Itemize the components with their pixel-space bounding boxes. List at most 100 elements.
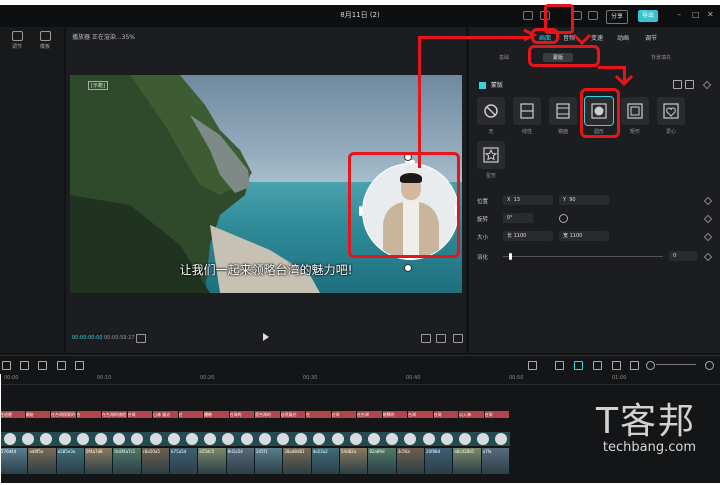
feather-slider[interactable]: [503, 256, 663, 257]
text-clip[interactable]: 台灣: [127, 411, 153, 418]
size-h-field[interactable]: 宽 1100: [559, 231, 609, 241]
tab-animation[interactable]: 动画: [617, 33, 629, 42]
feather-keyframe-icon[interactable]: [703, 252, 713, 262]
mask-star[interactable]: [477, 141, 505, 169]
size-w-field[interactable]: 长 1100: [503, 231, 553, 241]
text-clip[interactable]: 台灣: [484, 411, 510, 418]
link-icon[interactable]: [555, 361, 564, 370]
close-icon[interactable]: ✕: [707, 10, 714, 19]
text-clip[interactable]: 在: [306, 411, 332, 418]
pip-circle-mask[interactable]: [362, 163, 459, 260]
video-clip[interactable]: e15dc5: [198, 448, 227, 474]
video-clip[interactable]: 0c8f4a7c1: [113, 448, 142, 474]
video-clip[interactable]: 8d1a54: [226, 448, 255, 474]
select-icon[interactable]: [2, 361, 11, 370]
template-tab[interactable]: 模板: [32, 31, 58, 50]
share-button[interactable]: 分享: [606, 10, 629, 24]
video-clip[interactable]: a585e3a: [56, 448, 85, 474]
video-clip[interactable]: 20f88d: [425, 448, 454, 474]
mask-none[interactable]: [477, 97, 505, 125]
rotation-field[interactable]: 0°: [503, 213, 533, 223]
zoom-out-icon[interactable]: [646, 361, 655, 370]
preview-icon[interactable]: [630, 361, 639, 370]
video-preview[interactable]: [示範] 让我们一起来领略台湾的魅力吧!: [70, 75, 462, 293]
position-keyframe-icon[interactable]: [703, 196, 713, 206]
shortcut-icon[interactable]: [540, 11, 550, 20]
split-screen-icon[interactable]: [612, 361, 621, 370]
keyframe-icon[interactable]: [702, 80, 712, 90]
timecode-icon[interactable]: [136, 334, 146, 343]
mask-handle-left[interactable]: [359, 206, 362, 216]
split-icon[interactable]: [20, 361, 29, 370]
playhead[interactable]: [0, 374, 1, 483]
mask-feather-handle[interactable]: [404, 153, 412, 161]
export-button[interactable]: 导出: [638, 10, 659, 22]
magnet-icon[interactable]: [574, 361, 583, 370]
ratio-icon[interactable]: [436, 334, 446, 343]
position-x-field[interactable]: X 13: [503, 195, 553, 205]
text-clip[interactable]: 在台灣的旅程: [102, 411, 128, 418]
play-icon[interactable]: [263, 333, 269, 341]
text-clip[interactable]: 體驗: [204, 411, 230, 418]
text-clip[interactable]: 台灣: [433, 411, 459, 418]
mask-circle[interactable]: [584, 96, 614, 126]
fit-icon[interactable]: [421, 334, 431, 343]
tab-video[interactable]: 画面: [539, 33, 551, 42]
tab-adjust[interactable]: 调节: [645, 33, 657, 42]
freeze-icon[interactable]: [38, 361, 47, 370]
text-clip[interactable]: 開始: [25, 411, 51, 418]
mask-linear[interactable]: [513, 97, 541, 125]
tab-speed[interactable]: 变速: [591, 33, 603, 42]
video-clip[interactable]: 28ad8d81: [283, 448, 312, 474]
text-clip[interactable]: 在台灣: [357, 411, 383, 418]
feather-field[interactable]: 0: [669, 251, 697, 261]
maximize-icon[interactable]: □: [692, 10, 700, 19]
mask-handle-bottom[interactable]: [405, 256, 415, 259]
text-clip[interactable]: 在這裡: [0, 411, 26, 418]
video-clip[interactable]: 245f1: [255, 448, 284, 474]
text-clip[interactable]: 台灣的: [229, 411, 255, 418]
mic-icon[interactable]: [528, 361, 537, 370]
text-clip[interactable]: 在: [178, 411, 204, 418]
settings-icon[interactable]: [572, 11, 582, 20]
video-clip[interactable]: 82a89d: [368, 448, 397, 474]
size-keyframe-icon[interactable]: [703, 232, 713, 242]
feedback-icon[interactable]: [588, 11, 598, 20]
adjust-tab[interactable]: 调节: [4, 31, 30, 50]
feather-slider-thumb[interactable]: [509, 253, 512, 260]
text-clip[interactable]: 山林 風光: [153, 411, 179, 418]
video-clip[interactable]: a6cd28d1: [453, 448, 482, 474]
mask-handle-right[interactable]: [455, 206, 458, 216]
video-clip[interactable]: c8a50a5: [141, 448, 170, 474]
text-clip[interactable]: 台灣: [331, 411, 357, 418]
rotation-keyframe-icon[interactable]: [703, 214, 713, 224]
text-clip[interactable]: 台灣: [408, 411, 434, 418]
minimize-icon[interactable]: –: [677, 10, 681, 19]
zoom-in-icon[interactable]: [705, 361, 714, 370]
subtab-mask[interactable]: 蒙版: [543, 53, 574, 62]
invert-icon[interactable]: [673, 80, 682, 89]
crop-icon[interactable]: [57, 361, 66, 370]
text-clip[interactable]: 是台灣的: [255, 411, 281, 418]
image-icon[interactable]: [75, 361, 84, 370]
video-clip[interactable]: 4e22a2: [311, 448, 340, 474]
text-clip[interactable]: 以入海: [459, 411, 485, 418]
snap-icon[interactable]: [593, 361, 602, 370]
pip-track[interactable]: [0, 432, 510, 446]
video-clip[interactable]: 3c56a: [396, 448, 425, 474]
video-clip[interactable]: 0f4a7d8: [85, 448, 114, 474]
rotate-dial-icon[interactable]: [559, 214, 568, 223]
position-y-field[interactable]: Y 90: [559, 195, 609, 205]
text-clip[interactable]: 台: [76, 411, 102, 418]
mask-rectangle[interactable]: [621, 97, 649, 125]
zoom-slider[interactable]: [656, 364, 696, 365]
text-clip[interactable]: 熱鬧的: [382, 411, 408, 418]
text-clip[interactable]: 自然風光: [280, 411, 306, 418]
mask-mirror[interactable]: [549, 97, 577, 125]
layout-icon[interactable]: [523, 11, 533, 20]
video-clip[interactable]: ad8f5e: [28, 448, 57, 474]
video-clip[interactable]: a7fa: [481, 448, 510, 474]
subtab-basic[interactable]: 基础: [499, 54, 509, 61]
reset-icon[interactable]: [685, 80, 694, 89]
subtab-background[interactable]: 背景填充: [651, 54, 671, 61]
